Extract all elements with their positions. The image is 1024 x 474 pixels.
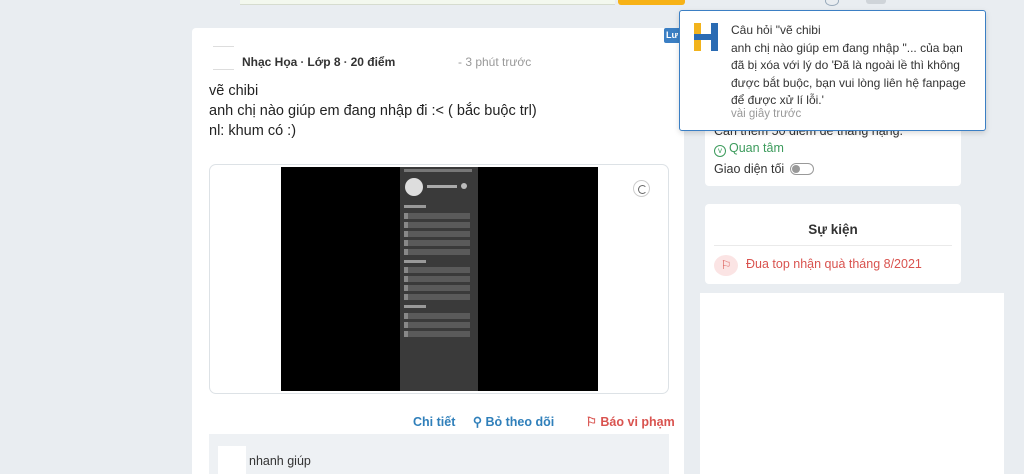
post-meta: Nhạc Họa · Lớp 8 · 20 điểm: [242, 55, 396, 69]
notification-popup[interactable]: Câu hỏi "vẽ chibi anh chị nào giúp em đa…: [679, 10, 986, 131]
post-actions: Chi tiết ⚲ Bỏ theo dõi ⚐ Báo vi phạm: [413, 414, 703, 429]
question-card: Nhạc Họa · Lớp 8 · 20 điểm - 3 phút trước vẽ…: [192, 28, 684, 474]
ask-question-button[interactable]: [618, 0, 685, 5]
follow-link[interactable]: v Quan tâm: [714, 141, 784, 157]
ad-area: [700, 293, 1004, 474]
question-title: vẽ chibi: [209, 83, 259, 99]
answer-preview[interactable]: nhanh giúp: [209, 434, 669, 474]
user-menu[interactable]: [866, 0, 886, 4]
question-content: vẽ chibi anh chị nào giúp em đang nhập đ…: [209, 81, 537, 141]
post-time: - 3 phút trước: [458, 55, 532, 69]
author-avatar[interactable]: [213, 46, 234, 70]
chevron-down-icon: v: [714, 145, 726, 157]
hoc24-logo-icon: [694, 23, 718, 51]
notification-message: Câu hỏi "vẽ chibi anh chị nào giúp em đa…: [731, 23, 966, 107]
events-title: Sự kiện: [808, 222, 858, 237]
answer-preview-text: nhanh giúp: [249, 454, 311, 468]
dark-mode-setting: Giao diện tối: [714, 162, 814, 176]
detail-link[interactable]: Chi tiết: [413, 415, 455, 429]
top-navbar: [0, 0, 1024, 6]
author-name[interactable]: Nhạc Họa: [242, 55, 297, 69]
app-screenshot-thumbnail: [400, 167, 478, 391]
events-panel: Sự kiện ⚐ Đua top nhận quà tháng 8/2021: [705, 204, 961, 284]
report-link[interactable]: ⚐ Báo vi phạm: [586, 415, 689, 429]
dark-mode-toggle[interactable]: [789, 163, 814, 175]
search-bar[interactable]: [240, 0, 615, 5]
notification-bell-icon[interactable]: [825, 0, 839, 6]
flag-icon: ⚐: [714, 255, 738, 276]
event-link[interactable]: Đua top nhận quà tháng 8/2021: [746, 257, 922, 271]
question-body: anh chị nào giúp em đang nhập đi :< ( bắ…: [209, 103, 537, 119]
notification-time: vài giây trước: [731, 108, 802, 120]
unfollow-link[interactable]: ⚲ Bỏ theo dõi: [473, 415, 568, 429]
attachment-box: [209, 164, 669, 394]
points-label: 20 điểm: [350, 55, 396, 69]
attached-screenshot[interactable]: [281, 167, 598, 391]
grade-label: Lớp 8: [307, 55, 341, 69]
rotate-image-icon[interactable]: [633, 180, 650, 197]
question-note: nl: khum có :): [209, 123, 297, 139]
commenter-avatar: [218, 446, 246, 474]
